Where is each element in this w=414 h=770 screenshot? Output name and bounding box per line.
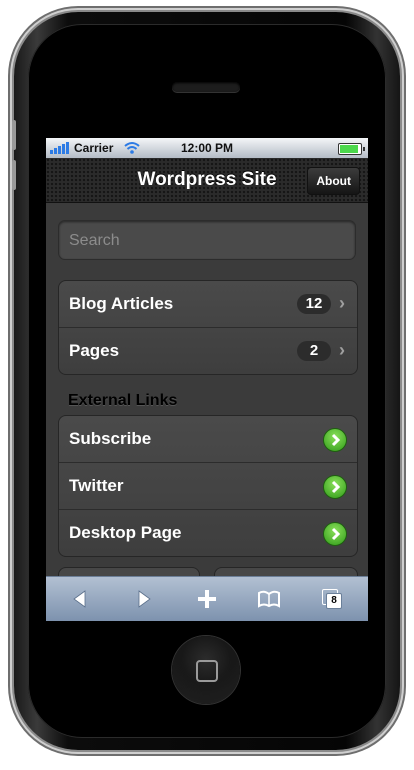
link-item-label: Desktop Page [69, 523, 182, 542]
screen: Carrier 12:00 PM Wordpress Site About Se… [46, 138, 368, 621]
menu-item-pages[interactable]: Pages 2 › [59, 328, 357, 374]
forward-icon[interactable] [132, 587, 156, 611]
link-item-desktop-page[interactable]: Desktop Page [59, 510, 357, 556]
chevron-right-icon: › [339, 293, 345, 313]
bookmarks-icon[interactable] [257, 587, 281, 611]
status-bar: Carrier 12:00 PM [46, 138, 368, 158]
volume-up-button [12, 120, 16, 150]
menu-item-label: Pages [69, 341, 120, 360]
tab-count-badge: 8 [326, 593, 342, 609]
content-area: Search Blog Articles 12 › Pages 2 › Exte… [46, 203, 368, 589]
link-item-label: Twitter [69, 476, 124, 495]
battery-icon [338, 143, 365, 155]
home-button[interactable] [172, 636, 240, 704]
main-menu-group: Blog Articles 12 › Pages 2 › [58, 280, 358, 375]
section-title: External Links [68, 392, 178, 409]
home-square-icon [196, 660, 218, 682]
menu-item-label: Blog Articles [69, 294, 174, 313]
go-arrow-icon [323, 428, 347, 452]
count-badge: 2 [297, 341, 331, 361]
search-input[interactable]: Search [58, 220, 356, 260]
link-item-twitter[interactable]: Twitter [59, 463, 357, 510]
pages-icon[interactable]: 8 [320, 587, 344, 611]
link-item-subscribe[interactable]: Subscribe [59, 416, 357, 463]
go-arrow-icon [323, 522, 347, 546]
add-icon[interactable] [195, 587, 219, 611]
go-arrow-icon [323, 475, 347, 499]
count-badge: 12 [297, 294, 331, 314]
link-item-label: Subscribe [69, 429, 152, 448]
menu-item-blog-articles[interactable]: Blog Articles 12 › [59, 281, 357, 328]
about-button[interactable]: About [307, 167, 360, 195]
status-time: 12:00 PM [180, 141, 234, 155]
back-icon[interactable] [68, 587, 92, 611]
chevron-right-icon: › [339, 340, 345, 360]
external-links-group: Subscribe Twitter Desktop Page [58, 415, 358, 557]
volume-down-button [12, 160, 16, 190]
browser-toolbar: 8 [46, 576, 368, 621]
navigation-bar: Wordpress Site About [46, 158, 368, 203]
earpiece-speaker [172, 82, 240, 92]
